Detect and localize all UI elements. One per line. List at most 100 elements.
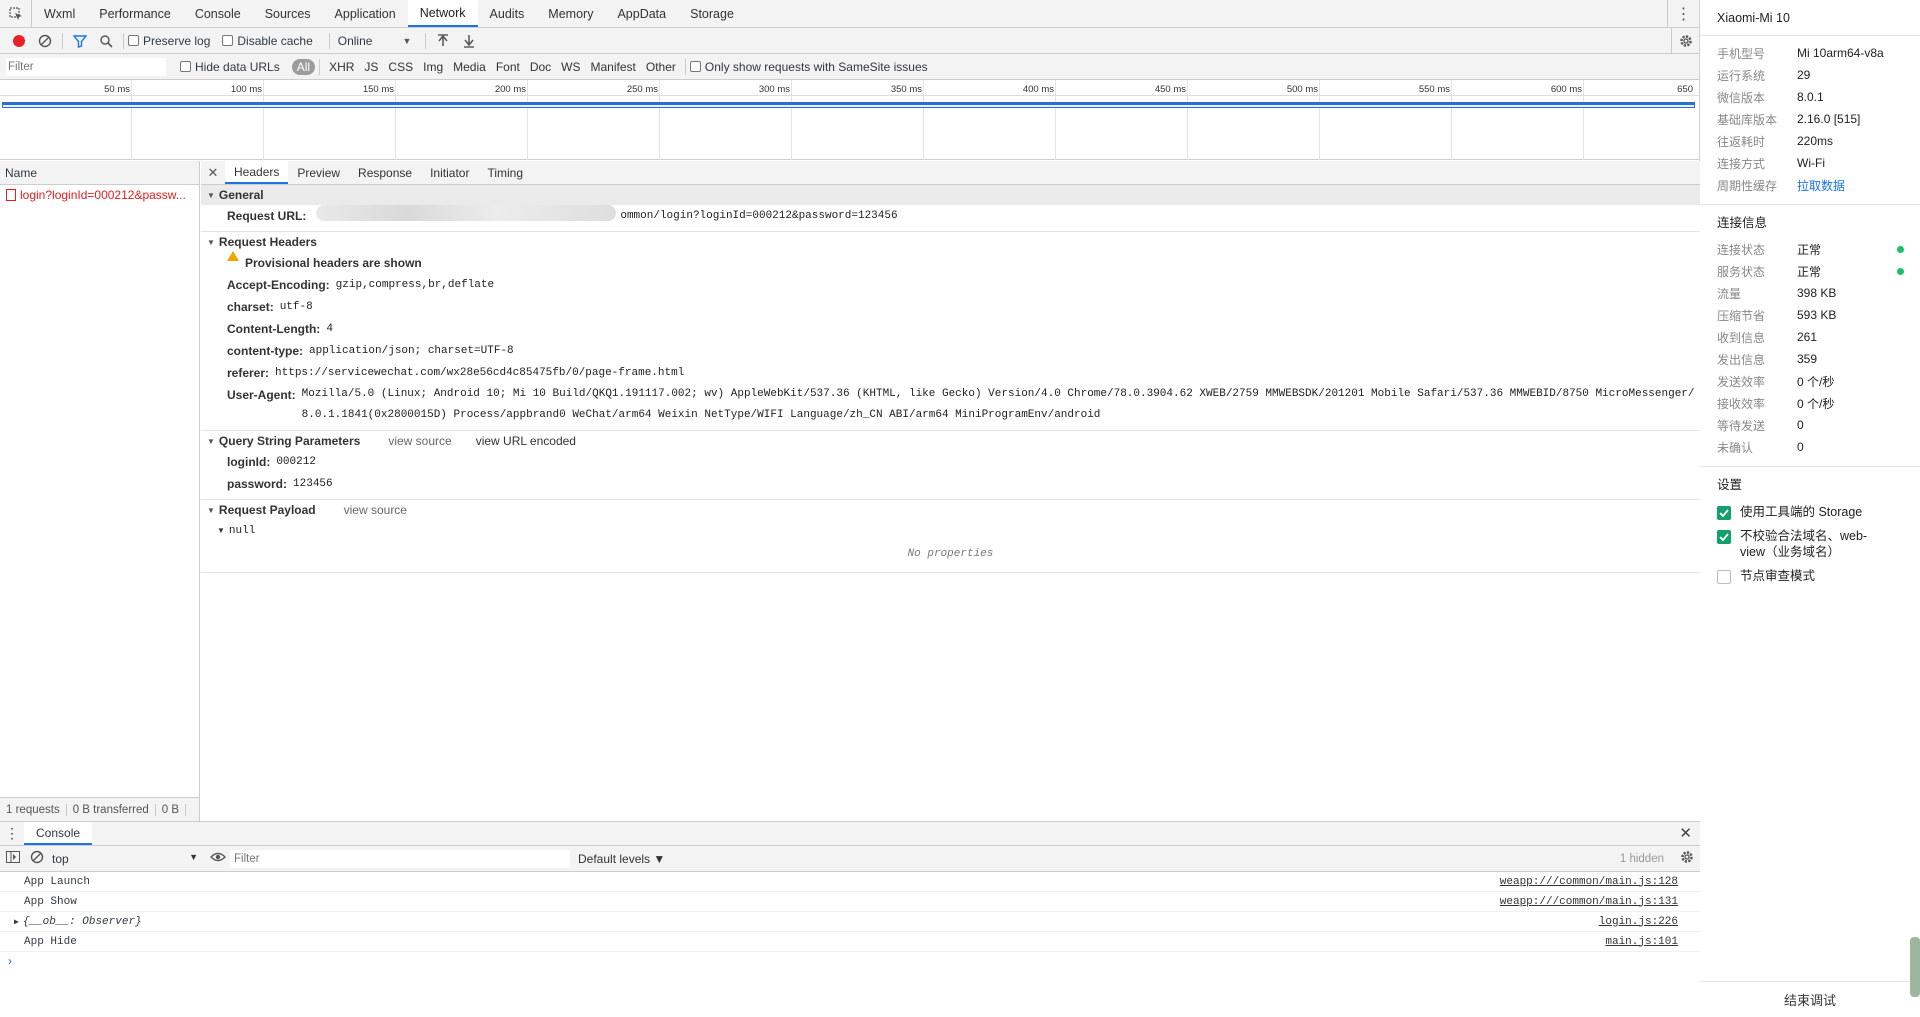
checkbox-box[interactable]	[128, 35, 139, 46]
tab-audits[interactable]: Audits	[478, 0, 537, 27]
scrollbar-thumb[interactable]	[1910, 937, 1920, 997]
checkbox-box[interactable]	[180, 61, 191, 72]
log-levels-select[interactable]: Default levels ▼	[578, 852, 665, 866]
pull-data-link[interactable]: 拉取数据	[1797, 177, 1845, 194]
tab-memory[interactable]: Memory	[536, 0, 605, 27]
checkbox-box[interactable]	[689, 61, 701, 72]
checkbox-box[interactable]	[222, 35, 234, 46]
filter-type-other[interactable]: Other	[641, 59, 681, 75]
filter-icon[interactable]	[67, 28, 93, 54]
search-icon[interactable]	[93, 28, 119, 54]
caret-down-icon: ▼	[207, 190, 215, 200]
tab-preview[interactable]: Preview	[288, 161, 349, 184]
tab-appdata[interactable]: AppData	[605, 0, 678, 27]
end-debug-button[interactable]: 结束调试	[1700, 981, 1920, 1017]
source-link[interactable]: weapp:///common/main.js:131	[1500, 896, 1678, 908]
throttling-select[interactable]: Online ▼	[338, 34, 412, 48]
preserve-log-checkbox[interactable]: Preserve log	[128, 34, 210, 48]
tab-headers[interactable]: Headers	[225, 161, 289, 184]
source-link[interactable]: weapp:///common/main.js:128	[1500, 876, 1678, 888]
request-name: login?loginId=000212&passw...	[20, 188, 186, 202]
close-drawer-icon[interactable]: ✕	[1679, 824, 1692, 842]
request-url-row: Request URL: ommon/login?loginId=000212&…	[201, 205, 1700, 227]
import-har-icon[interactable]	[430, 28, 456, 54]
checkbox-checked-icon[interactable]	[1717, 530, 1731, 544]
console-filter-input[interactable]	[230, 849, 570, 868]
setting-skip-domain-check[interactable]: 不校验合法域名、web-view（业务域名）	[1700, 524, 1920, 564]
eye-icon[interactable]	[210, 851, 226, 866]
disable-cache-checkbox[interactable]: Disable cache	[222, 34, 313, 48]
inspect-element-icon[interactable]	[0, 0, 32, 27]
context-select[interactable]: top ▼	[52, 852, 202, 866]
filter-type-manifest[interactable]: Manifest	[586, 59, 641, 75]
setting-label: 使用工具端的 Storage	[1740, 505, 1863, 519]
tab-network[interactable]: Network	[407, 0, 478, 27]
device-title: Xiaomi-Mi 10	[1700, 0, 1920, 36]
request-headers-header[interactable]: ▼ Request Headers	[201, 232, 1700, 252]
filter-type-ws[interactable]: WS	[556, 59, 585, 75]
tab-storage[interactable]: Storage	[678, 0, 746, 27]
clear-icon[interactable]	[32, 28, 58, 54]
console-message[interactable]: ▶ {__ob__: Observer} login.js:226	[0, 912, 1700, 932]
request-payload-header[interactable]: ▼ Request Payload view source	[201, 500, 1700, 520]
filter-type-all[interactable]: All	[291, 58, 316, 75]
tab-timing[interactable]: Timing	[478, 161, 532, 184]
more-options-icon[interactable]: ⋮	[1667, 0, 1699, 28]
info-label: 未确认	[1717, 440, 1754, 455]
info-value: Wi-Fi	[1797, 156, 1825, 170]
object-entry[interactable]: ▶ {__ob__: Observer}	[14, 915, 142, 928]
filter-type-font[interactable]: Font	[491, 59, 525, 75]
filter-input[interactable]	[6, 57, 166, 76]
payload-row[interactable]: ▼ null	[201, 520, 1700, 542]
checkbox-unchecked-icon[interactable]	[1717, 570, 1731, 584]
tab-initiator[interactable]: Initiator	[421, 161, 478, 184]
view-source-link[interactable]: view source	[388, 434, 451, 448]
tab-sources[interactable]: Sources	[253, 0, 323, 27]
general-section-header[interactable]: ▼ General	[201, 185, 1700, 205]
filter-type-media[interactable]: Media	[448, 59, 491, 75]
close-icon[interactable]: ✕	[201, 161, 225, 184]
tab-application[interactable]: Application	[323, 0, 408, 27]
name-column-header[interactable]: Name	[0, 161, 199, 185]
filter-type-js[interactable]: JS	[359, 59, 383, 75]
source-link[interactable]: login.js:226	[1599, 916, 1678, 928]
setting-node-inspect-mode[interactable]: 节点审查模式	[1700, 564, 1920, 588]
clear-console-icon[interactable]	[30, 850, 44, 867]
info-value: 29	[1797, 68, 1811, 82]
filter-type-doc[interactable]: Doc	[525, 59, 556, 75]
tab-performance[interactable]: Performance	[87, 0, 183, 27]
resources-size: 0 B	[156, 803, 187, 816]
info-value: 正常	[1797, 242, 1822, 257]
setting-use-tool-storage[interactable]: 使用工具端的 Storage	[1700, 500, 1920, 524]
console-prompt[interactable]: ›	[0, 952, 1700, 970]
request-headers-title: Request Headers	[218, 235, 317, 249]
toolbar-divider	[319, 58, 321, 75]
timeline-tick: 300 ms	[758, 84, 790, 95]
query-string-header[interactable]: ▼ Query String Parameters view source vi…	[201, 431, 1700, 451]
filter-type-xhr[interactable]: XHR	[324, 59, 359, 75]
filter-type-css[interactable]: CSS	[383, 59, 418, 75]
view-source-link[interactable]: view source	[344, 503, 407, 517]
general-section: ▼ General Request URL: ommon/login?login…	[201, 185, 1700, 232]
tab-console[interactable]: Console	[183, 0, 253, 27]
view-url-encoded-link[interactable]: view URL encoded	[476, 434, 576, 448]
hide-data-urls-checkbox[interactable]: Hide data URLs	[180, 60, 280, 74]
info-label: 压缩节省	[1717, 308, 1766, 323]
tab-response[interactable]: Response	[349, 161, 421, 184]
filter-type-img[interactable]: Img	[418, 59, 448, 75]
request-row[interactable]: login?loginId=000212&passw...	[0, 185, 199, 205]
tab-wxml[interactable]: Wxml	[32, 0, 87, 27]
record-icon[interactable]	[6, 28, 32, 54]
redacted-url-blur	[316, 205, 617, 221]
source-link[interactable]: main.js:101	[1605, 936, 1678, 948]
tab-console-drawer[interactable]: Console	[24, 822, 93, 845]
log-text: {__ob__: Observer}	[22, 915, 142, 928]
drawer-menu-icon[interactable]: ⋮	[0, 822, 24, 845]
console-settings-icon[interactable]	[1680, 850, 1694, 867]
network-overview-timeline[interactable]: 50 ms 100 ms 150 ms 200 ms 250 ms 300 ms…	[0, 80, 1699, 160]
checkbox-checked-icon[interactable]	[1717, 506, 1731, 520]
samesite-checkbox[interactable]: Only show requests with SameSite issues	[689, 60, 928, 74]
export-har-icon[interactable]	[456, 28, 482, 54]
sidebar-toggle-icon[interactable]	[6, 851, 20, 866]
settings-gear-icon[interactable]	[1671, 28, 1699, 54]
